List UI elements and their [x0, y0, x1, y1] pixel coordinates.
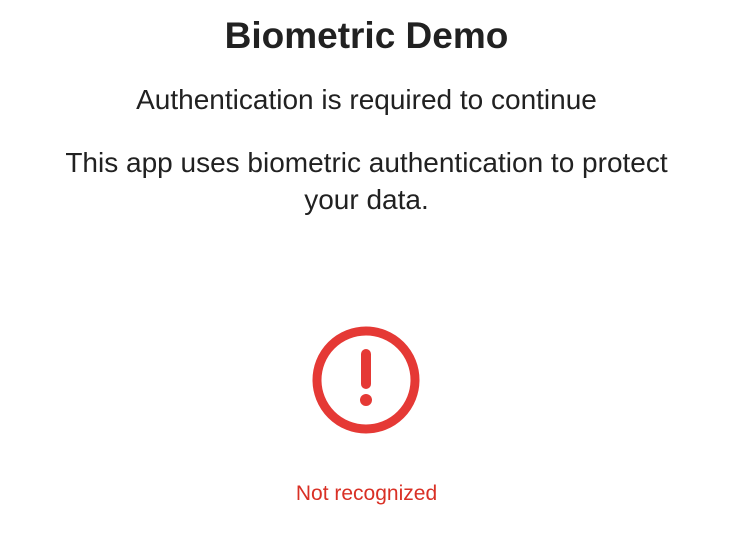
description-line: This app uses biometric authentication t…: [65, 147, 668, 178]
biometric-prompt-dialog: Biometric Demo Authentication is require…: [0, 0, 733, 536]
status-message: Not recognized: [295, 482, 438, 505]
dialog-subtitle: Authentication is required to continue: [136, 84, 597, 115]
error-icon: [310, 324, 422, 436]
dialog-description: This app uses biometric authentication t…: [0, 144, 733, 218]
dialog-title: Biometric Demo: [224, 15, 509, 56]
description-line: your data.: [304, 184, 429, 215]
